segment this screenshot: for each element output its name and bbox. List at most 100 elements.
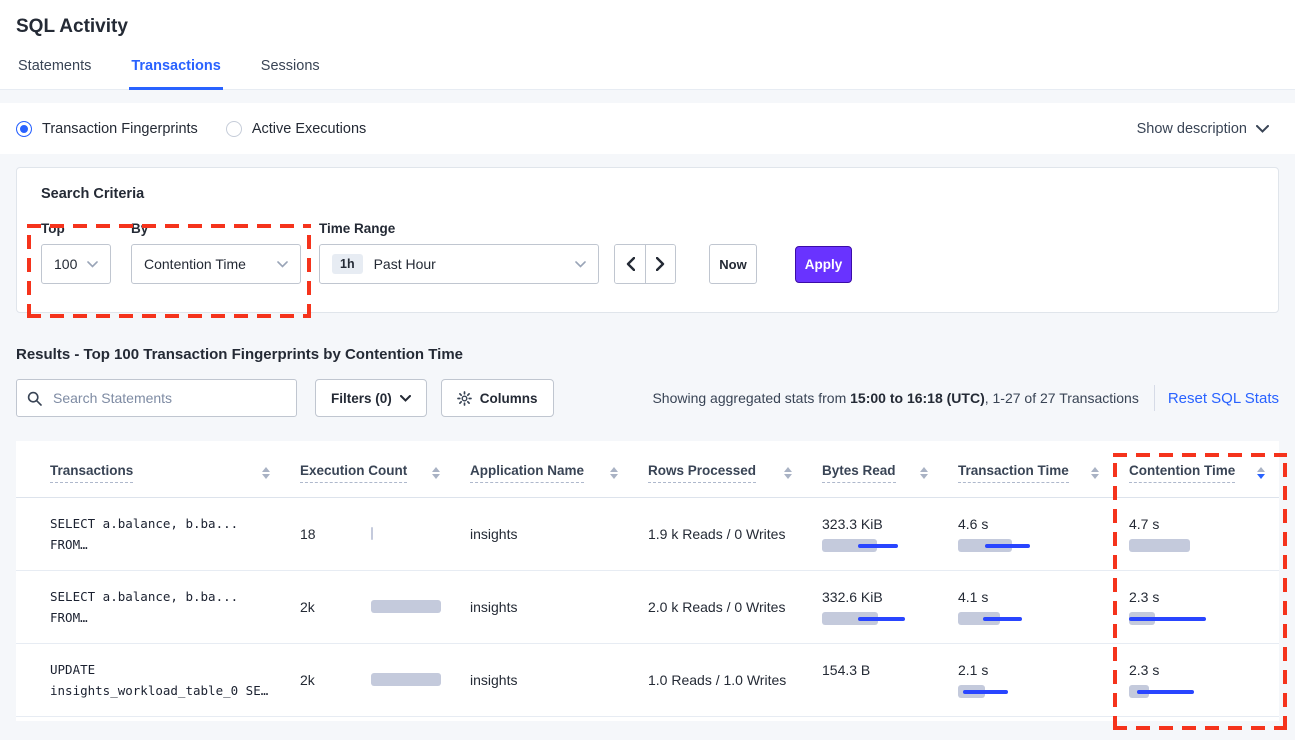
time-range-value: Past Hour	[374, 256, 436, 272]
filters-button[interactable]: Filters (0)	[315, 379, 427, 417]
time-range-select[interactable]: 1h Past Hour	[319, 244, 599, 284]
top-select-value: 100	[54, 256, 77, 272]
reset-sql-stats-link[interactable]: Reset SQL Stats	[1168, 390, 1279, 407]
chevron-down-icon	[400, 395, 411, 402]
sort-icon[interactable]	[1257, 467, 1265, 479]
application-name-value: insights	[454, 644, 632, 717]
top-field: Top 100	[41, 221, 131, 284]
chevron-down-icon	[575, 261, 586, 268]
by-label: By	[131, 221, 319, 236]
search-icon	[27, 391, 42, 406]
column-header-rows-processed[interactable]: Rows Processed	[632, 441, 806, 498]
column-header-bytes-read[interactable]: Bytes Read	[806, 441, 942, 498]
transaction-time-value: 4.1 s	[958, 589, 1099, 605]
contention-time-value: 2.3 s	[1129, 589, 1265, 605]
transaction-time-bar	[958, 539, 1038, 553]
chevron-left-icon	[626, 257, 635, 271]
by-field: By Contention Time	[131, 221, 319, 284]
sort-icon[interactable]	[920, 467, 928, 479]
search-criteria-card: Search Criteria Top 100 By Contention Ti…	[16, 167, 1279, 313]
radio-active-executions[interactable]: Active Executions	[226, 121, 366, 137]
transaction-fingerprint-link[interactable]: UPDATEinsights_workload_table_0 SE…	[50, 659, 270, 702]
contention-time-value: 2.3 s	[1129, 662, 1265, 678]
time-next-button[interactable]	[645, 245, 675, 283]
execution-count-bar	[371, 673, 440, 687]
transaction-time-value: 4.6 s	[958, 516, 1099, 532]
transactions-table: Transactions Execution Count Application…	[16, 441, 1279, 717]
time-range-label: Time Range	[319, 221, 599, 236]
execution-count-bar	[371, 527, 440, 541]
page-title: SQL Activity	[16, 16, 1279, 38]
radio-label: Transaction Fingerprints	[42, 121, 198, 137]
sort-icon[interactable]	[262, 467, 270, 479]
column-header-execution-count[interactable]: Execution Count	[284, 441, 454, 498]
column-header-transactions[interactable]: Transactions	[16, 441, 284, 498]
execution-count-value: 2k	[300, 672, 344, 688]
sort-icon[interactable]	[784, 467, 792, 479]
application-name-value: insights	[454, 571, 632, 644]
radio-label: Active Executions	[252, 121, 366, 137]
column-header-transaction-time[interactable]: Transaction Time	[942, 441, 1113, 498]
bytes-read-bar	[822, 685, 902, 699]
show-description-toggle[interactable]: Show description	[1137, 121, 1269, 137]
execution-count-value: 2k	[300, 599, 344, 615]
bytes-read-bar	[822, 612, 902, 626]
sort-icon[interactable]	[1091, 467, 1099, 479]
table-row[interactable]: UPDATEinsights_workload_table_0 SE… 2k i…	[16, 644, 1279, 717]
radio-transaction-fingerprints[interactable]: Transaction Fingerprints	[16, 121, 198, 137]
search-statements-box[interactable]	[16, 379, 297, 417]
transactions-table-card: Transactions Execution Count Application…	[16, 441, 1279, 721]
filters-label: Filters (0)	[331, 391, 392, 406]
sort-icon[interactable]	[432, 467, 440, 479]
sort-icon[interactable]	[610, 467, 618, 479]
contention-time-bar	[1129, 539, 1209, 553]
tab-sessions[interactable]: Sessions	[259, 58, 322, 89]
tab-bar: Statements Transactions Sessions	[0, 58, 1295, 90]
by-select-value: Contention Time	[144, 256, 246, 272]
time-range-field: Time Range 1h Past Hour	[319, 221, 599, 284]
search-criteria-heading: Search Criteria	[41, 186, 1254, 202]
table-header-row: Transactions Execution Count Application…	[16, 441, 1279, 498]
transaction-fingerprint-link[interactable]: SELECT a.balance, b.ba...FROM…	[50, 586, 270, 629]
execution-count-bar	[371, 600, 440, 614]
transaction-time-bar	[958, 612, 1038, 626]
rows-processed-value: 1.9 k Reads / 0 Writes	[632, 498, 806, 571]
now-button[interactable]: Now	[709, 244, 757, 284]
transaction-time-value: 2.1 s	[958, 662, 1099, 678]
radio-selected-icon[interactable]	[16, 121, 32, 137]
top-select[interactable]: 100	[41, 244, 111, 284]
by-select[interactable]: Contention Time	[131, 244, 301, 284]
bytes-read-value: 154.3 B	[822, 662, 928, 678]
stats-area: Showing aggregated stats from 15:00 to 1…	[652, 385, 1279, 411]
rows-processed-value: 1.0 Reads / 1.0 Writes	[632, 644, 806, 717]
table-row[interactable]: SELECT a.balance, b.ba...FROM… 18 insigh…	[16, 498, 1279, 571]
application-name-value: insights	[454, 498, 632, 571]
tab-transactions[interactable]: Transactions	[129, 58, 222, 89]
table-row[interactable]: SELECT a.balance, b.ba...FROM… 2k insigh…	[16, 571, 1279, 644]
apply-button[interactable]: Apply	[795, 246, 852, 283]
contention-time-bar	[1129, 685, 1209, 699]
columns-button[interactable]: Columns	[441, 379, 554, 417]
search-statements-input[interactable]	[51, 389, 286, 407]
time-range-badge: 1h	[332, 254, 363, 274]
bytes-read-bar	[822, 539, 902, 553]
view-toggle-band: Transaction Fingerprints Active Executio…	[0, 103, 1295, 154]
radio-unselected-icon[interactable]	[226, 121, 242, 137]
transaction-time-bar	[958, 685, 1038, 699]
contention-time-value: 4.7 s	[1129, 516, 1265, 532]
tab-statements[interactable]: Statements	[16, 58, 93, 89]
time-nav-group	[614, 244, 676, 284]
time-prev-button[interactable]	[615, 245, 645, 283]
aggregated-stats-text: Showing aggregated stats from 15:00 to 1…	[652, 390, 1138, 406]
column-header-contention-time[interactable]: Contention Time	[1113, 441, 1279, 498]
gear-icon	[457, 391, 472, 406]
contention-time-bar	[1129, 612, 1209, 626]
column-header-application-name[interactable]: Application Name	[454, 441, 632, 498]
transaction-fingerprint-link[interactable]: SELECT a.balance, b.ba...FROM…	[50, 513, 270, 556]
vertical-divider	[1154, 385, 1155, 411]
chevron-down-icon	[87, 261, 98, 268]
chevron-down-icon	[277, 261, 288, 268]
results-heading: Results - Top 100 Transaction Fingerprin…	[16, 346, 1279, 363]
page-header: SQL Activity Statements Transactions Ses…	[0, 0, 1295, 90]
top-label: Top	[41, 221, 131, 236]
